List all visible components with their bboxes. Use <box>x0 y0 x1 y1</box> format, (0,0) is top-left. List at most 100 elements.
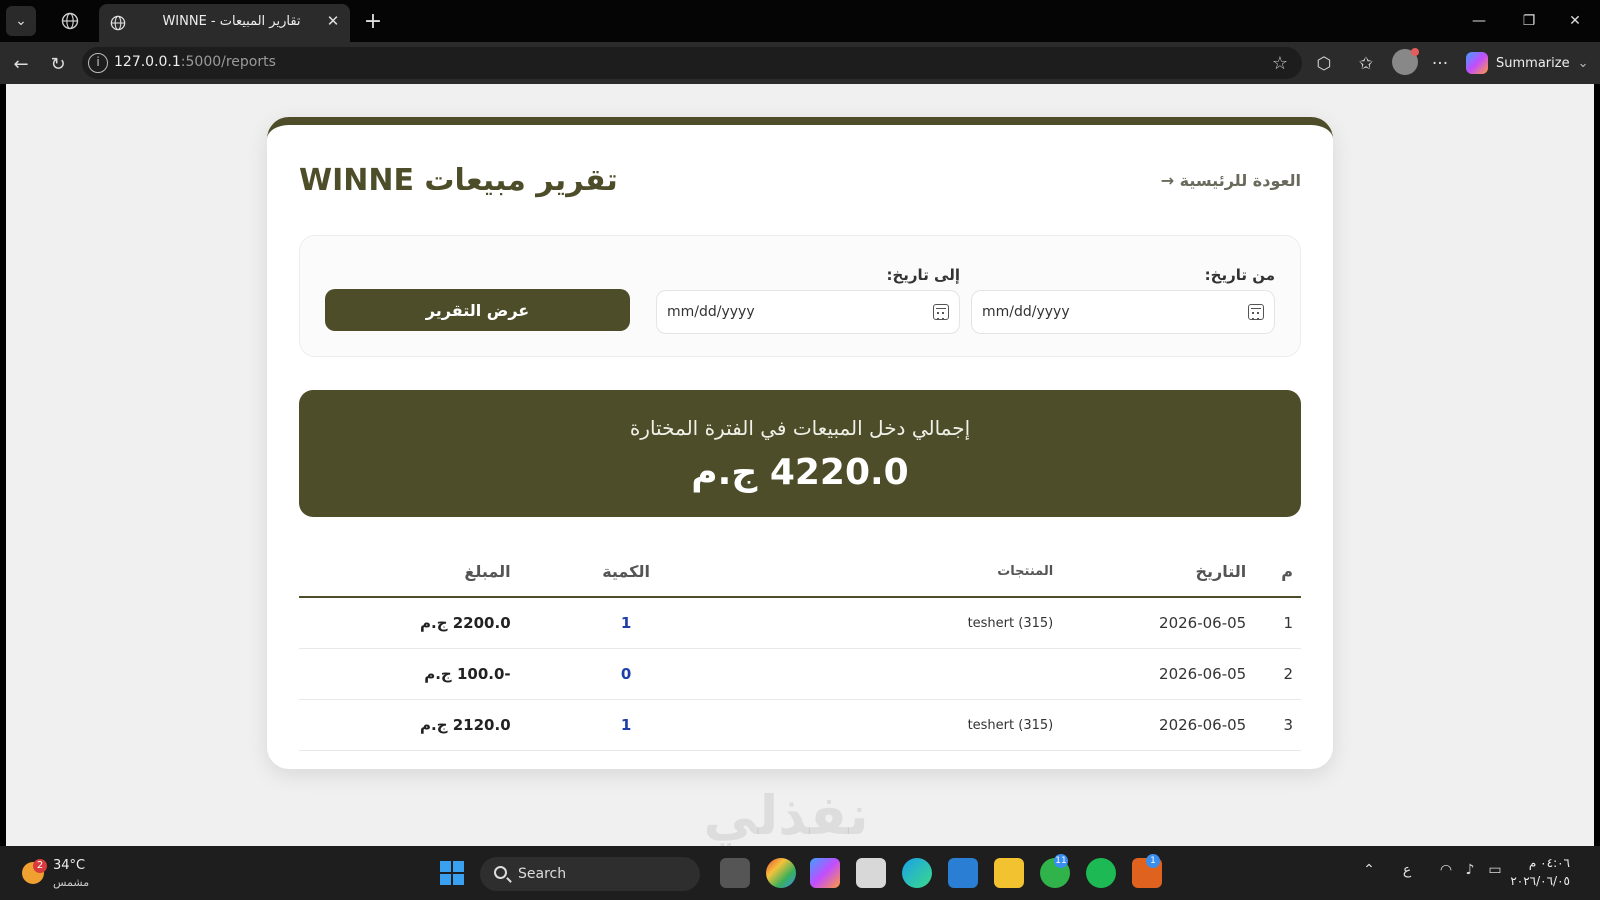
globe-icon <box>107 12 129 34</box>
store-icon[interactable] <box>856 858 886 888</box>
taskbar-search[interactable]: Search <box>480 857 700 891</box>
url-text: 127.0.0.1:5000/reports <box>114 54 276 70</box>
clock-time[interactable]: ٠٤:٠٦ م <box>1529 856 1570 870</box>
info-icon[interactable]: i <box>88 53 108 73</box>
windows-start-icon[interactable] <box>440 861 464 885</box>
clock-date[interactable]: ٢٠٢٦/٠٦/٠٥ <box>1510 874 1570 888</box>
favorite-star-icon[interactable]: ☆ <box>1268 51 1292 75</box>
row-date: 2026-06-05 <box>1159 614 1247 632</box>
total-sales-box: إجمالي دخل المبيعات في الفترة المختارة 4… <box>299 390 1301 517</box>
row-quantity: 0 <box>620 665 632 683</box>
from-date-value: mm/dd/yyyy <box>982 304 1070 320</box>
url-field[interactable]: i 127.0.0.1:5000/reports ☆ <box>82 47 1302 79</box>
back-button[interactable]: ← <box>7 50 35 78</box>
chrome-icon[interactable] <box>766 858 796 888</box>
whatsapp-badge: 11 <box>1054 854 1068 868</box>
task-view-icon[interactable] <box>720 858 750 888</box>
search-label: Search <box>518 866 567 882</box>
watermark: نفذلي <box>703 784 869 846</box>
back-home-link[interactable]: العودة للرئيسية → <box>1161 171 1301 190</box>
summarize-label: Summarize <box>1496 55 1570 71</box>
header-amount: المبلغ <box>464 562 511 581</box>
copilot-icon <box>1466 52 1488 74</box>
copilot-app-icon[interactable] <box>810 858 840 888</box>
row-products: teshert (315) <box>967 615 1054 631</box>
close-window-button[interactable]: ✕ <box>1560 8 1590 34</box>
to-date-input[interactable]: mm/dd/yyyy <box>656 290 960 334</box>
favorites-icon[interactable]: ✩ <box>1352 50 1380 78</box>
row-amount: -100.0 ج.م <box>424 665 511 683</box>
weather-badge: 2 <box>33 859 47 873</box>
from-date-field: من تاريخ: mm/dd/yyyy <box>971 266 1275 334</box>
battery-icon[interactable]: ▭ <box>1486 862 1504 884</box>
sales-table: م التاريخ المنتجات الكمية المبلغ 1 2026-… <box>299 547 1301 751</box>
address-bar: ← ↻ i 127.0.0.1:5000/reports ☆ ⬡ ✩ ··· <box>0 42 1600 84</box>
tab-bar: ⌄ WINNE - تقارير المبيعات ✕ + — ❐ ✕ <box>0 0 1600 42</box>
total-sales-value: 4220.0 ج.م <box>691 452 909 493</box>
table-header: م التاريخ المنتجات الكمية المبلغ <box>299 547 1301 598</box>
row-quantity: 1 <box>620 614 632 632</box>
header-products: المنتجات <box>997 564 1054 579</box>
weather-description: مشمس <box>53 876 90 889</box>
row-index: 3 <box>1283 716 1293 734</box>
row-date: 2026-06-05 <box>1159 665 1247 683</box>
total-sales-label: إجمالي دخل المبيعات في الفترة المختارة <box>629 416 971 440</box>
from-date-label: من تاريخ: <box>1204 266 1275 284</box>
row-index: 1 <box>1283 614 1293 632</box>
page-viewport: تقرير مبيعات WINNE العودة للرئيسية → من … <box>6 84 1594 846</box>
tab-list-button[interactable]: ⌄ <box>6 6 36 36</box>
reload-button[interactable]: ↻ <box>44 50 72 78</box>
calendar-icon[interactable] <box>1248 304 1264 320</box>
close-icon[interactable]: ✕ <box>324 12 342 30</box>
url-path: :5000/reports <box>180 54 276 70</box>
edge-icon[interactable] <box>902 858 932 888</box>
to-date-label: إلى تاريخ: <box>886 266 960 284</box>
to-date-value: mm/dd/yyyy <box>667 304 755 320</box>
language-indicator[interactable]: ع <box>1400 862 1414 884</box>
more-menu-icon[interactable]: ··· <box>1426 50 1454 78</box>
taskbar: 2 34°C مشمس Search 11 1 ⌃ ع ◠ ♪ ▭ ٠٤:٠٦ … <box>0 846 1600 900</box>
table-row: 1 2026-06-05 teshert (315) 1 2200.0 ج.م <box>299 598 1301 649</box>
profile-avatar[interactable] <box>1392 48 1419 75</box>
file-explorer-icon[interactable] <box>994 858 1024 888</box>
reload-icon: ↻ <box>50 53 66 75</box>
restore-button[interactable]: ❐ <box>1514 8 1544 34</box>
app-badge: 1 <box>1146 854 1160 868</box>
new-tab-button[interactable]: + <box>358 6 388 36</box>
to-date-field: إلى تاريخ: mm/dd/yyyy <box>656 266 960 334</box>
row-quantity: 1 <box>620 716 632 734</box>
header-quantity: الكمية <box>602 562 650 581</box>
row-date: 2026-06-05 <box>1159 716 1247 734</box>
table-row: 2 2026-06-05 0 -100.0 ج.م <box>299 649 1301 700</box>
vscode-icon[interactable] <box>948 858 978 888</box>
row-amount: 2200.0 ج.م <box>420 614 511 632</box>
wifi-icon[interactable]: ◠ <box>1438 862 1454 884</box>
extensions-icon[interactable]: ⬡ <box>1310 50 1338 78</box>
arrow-left-icon: ← <box>13 53 29 75</box>
url-host: 127.0.0.1 <box>114 54 181 70</box>
row-index: 2 <box>1283 665 1293 683</box>
spotify-icon[interactable] <box>1086 858 1116 888</box>
chevron-down-icon: ⌄ <box>1577 55 1589 71</box>
plus-icon: + <box>363 8 383 34</box>
chevron-down-icon: ⌄ <box>15 13 27 29</box>
weather-temperature[interactable]: 34°C <box>53 858 85 873</box>
workspaces-icon[interactable] <box>58 9 82 33</box>
report-card: تقرير مبيعات WINNE العودة للرئيسية → من … <box>267 117 1333 769</box>
minimize-button[interactable]: — <box>1464 8 1494 34</box>
chevron-up-icon[interactable]: ⌃ <box>1362 862 1376 884</box>
tab-title: WINNE - تقارير المبيعات <box>162 14 301 29</box>
calendar-icon[interactable] <box>933 304 949 320</box>
show-report-button[interactable]: عرض التقرير <box>325 289 630 331</box>
row-products: teshert (315) <box>967 717 1054 733</box>
from-date-input[interactable]: mm/dd/yyyy <box>971 290 1275 334</box>
active-tab[interactable]: WINNE - تقارير المبيعات ✕ <box>99 4 350 42</box>
filter-panel: من تاريخ: mm/dd/yyyy إلى تاريخ: mm/dd/yy… <box>299 235 1301 357</box>
volume-icon[interactable]: ♪ <box>1462 862 1478 884</box>
header-index: م <box>1281 562 1293 581</box>
header-date: التاريخ <box>1195 562 1247 581</box>
table-row: 3 2026-06-05 teshert (315) 1 2120.0 ج.م <box>299 700 1301 751</box>
row-amount: 2120.0 ج.م <box>420 716 511 734</box>
page-title: تقرير مبيعات WINNE <box>299 163 618 198</box>
summarize-button[interactable]: Summarize ⌄ <box>1466 49 1588 77</box>
